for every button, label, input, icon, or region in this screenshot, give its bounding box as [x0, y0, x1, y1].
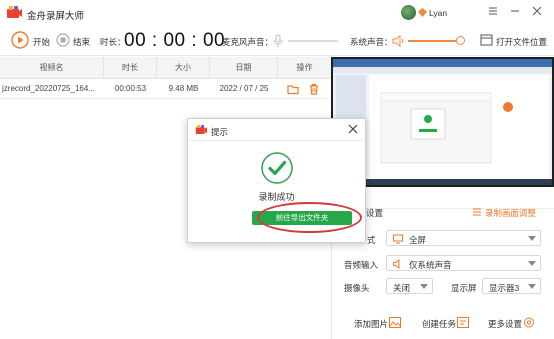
adjust-icon[interactable] — [472, 207, 482, 217]
stop-record-icon[interactable] — [56, 33, 70, 47]
app-logo-icon — [7, 6, 22, 18]
mic-volume-label: 麦克风声音： — [222, 37, 274, 47]
chevron-down-icon — [420, 284, 428, 289]
display-select[interactable]: 显示器3 — [482, 278, 541, 294]
open-folder-button[interactable]: 打开文件位置 — [496, 36, 547, 48]
system-sound-label: 系统声音： — [350, 37, 393, 47]
chevron-down-icon — [528, 236, 536, 241]
system-volume-knob[interactable] — [456, 36, 465, 45]
avatar[interactable] — [401, 5, 416, 20]
vip-icon — [418, 8, 427, 17]
monitor-icon — [393, 234, 403, 244]
display-label: 显示屏 — [451, 283, 477, 293]
highlight-annotation — [257, 202, 362, 233]
stop-button[interactable]: 结束 — [73, 36, 90, 48]
app-logo-icon — [195, 125, 207, 134]
folder-icon[interactable] — [287, 83, 299, 95]
settings-title: 设置 — [366, 208, 384, 218]
row-date: 2022 / 07 / 25 — [219, 84, 269, 93]
menu-icon[interactable] — [486, 4, 500, 18]
audio-input-label: 音频输入 — [344, 260, 379, 270]
app-title: 金舟录屏大师 — [27, 11, 85, 22]
display-value: 显示器3 — [489, 283, 520, 293]
duration-label: 时长： — [100, 37, 126, 47]
dialog-title: 提示 — [211, 127, 229, 137]
system-volume-slider[interactable] — [408, 40, 460, 42]
col-duration-header: 时长 — [104, 57, 157, 79]
col-actions-header: 操作 — [296, 63, 313, 72]
chevron-down-icon — [528, 284, 536, 289]
title-bar: 金舟录屏大师 Lyan — [0, 0, 554, 26]
table-row[interactable]: jzrecord_20220725_164... 00:00:53 9.48 M… — [0, 79, 331, 99]
gear-icon[interactable] — [523, 317, 535, 328]
speaker-icon — [393, 259, 400, 269]
more-settings-button[interactable]: 更多设置 — [488, 318, 522, 330]
delete-icon[interactable] — [308, 83, 320, 95]
record-mode-select[interactable]: 全屏 — [386, 230, 541, 246]
camera-label: 摄像头 — [344, 283, 370, 293]
start-record-icon[interactable] — [11, 31, 29, 49]
dialog-titlebar: 提示 — [188, 119, 365, 141]
camera-value: 关闭 — [393, 283, 411, 293]
row-file-name: jzrecord_20220725_164... — [2, 84, 95, 93]
col-date-header: 日期 — [210, 57, 278, 79]
col-name-header: 视频名 — [0, 57, 104, 79]
close-icon[interactable] — [347, 123, 359, 135]
audio-input-value: 仅系统声音 — [409, 260, 452, 270]
speaker-icon[interactable] — [392, 34, 404, 48]
image-icon[interactable] — [389, 317, 401, 328]
success-check-icon — [261, 152, 293, 184]
record-area-adjust-link[interactable]: 录制画面调整 — [485, 207, 536, 219]
chevron-down-icon — [528, 261, 536, 266]
table-header: 视频名 时长 大小 日期 操作 — [0, 57, 331, 79]
start-button[interactable]: 开始 — [33, 36, 50, 48]
audio-input-select[interactable]: 仅系统声音 — [386, 255, 541, 271]
minimize-icon[interactable] — [508, 4, 522, 18]
row-size: 9.48 MB — [168, 84, 199, 93]
row-duration: 00:00:53 — [114, 84, 147, 93]
create-task-button[interactable]: 创建任务 — [422, 318, 456, 330]
toolbar: 开始 结束 时长： 00 : 00 : 00 麦克风声音： 系统声音： 打开文件… — [0, 26, 554, 56]
close-icon[interactable] — [530, 4, 544, 18]
mic-volume-slider[interactable] — [288, 40, 338, 42]
success-message: 录制成功 — [258, 192, 295, 202]
username[interactable]: Lyan — [429, 8, 447, 18]
mode-label: 式 — [367, 235, 376, 245]
camera-select[interactable]: 关闭 — [386, 278, 433, 294]
microphone-icon[interactable] — [272, 34, 284, 48]
record-timer: 00 : 00 : 00 — [124, 30, 226, 51]
add-image-button[interactable]: 添加图片 — [354, 318, 388, 330]
col-size-header: 大小 — [157, 57, 210, 79]
record-mode-value: 全屏 — [409, 235, 427, 245]
open-folder-icon[interactable] — [480, 34, 493, 46]
task-icon[interactable] — [457, 317, 469, 328]
